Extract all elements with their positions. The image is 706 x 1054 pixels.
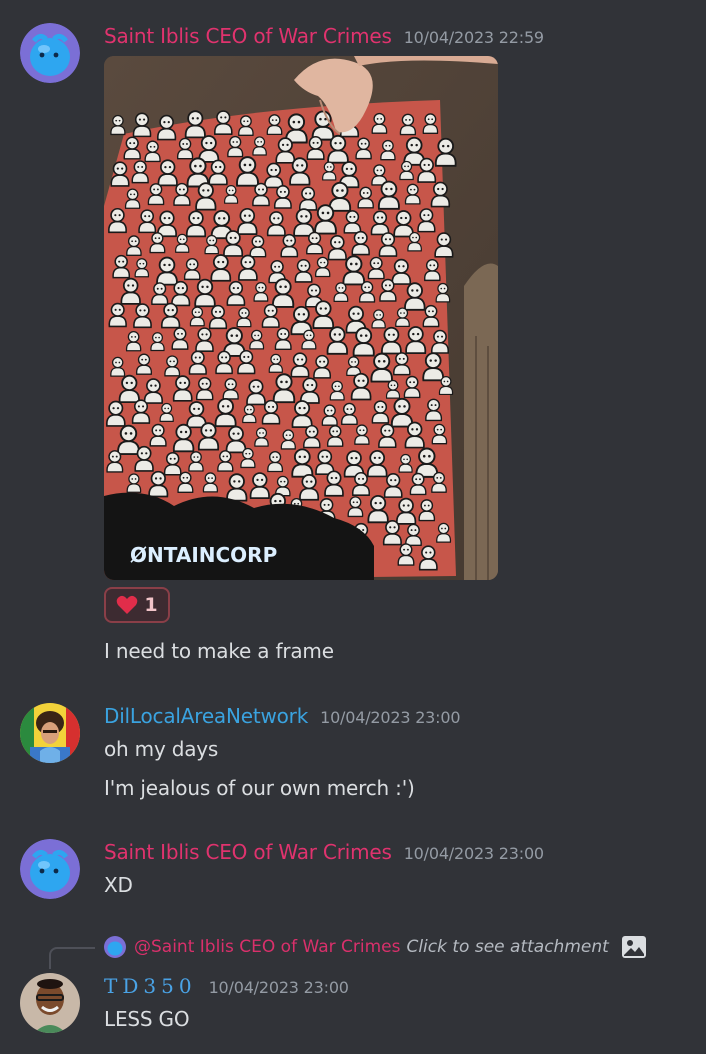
message-text: I need to make a frame <box>104 639 334 663</box>
image-attachment[interactable]: ØNTAINCORP <box>104 56 498 580</box>
message-header: TD350 10/04/2023 23:00 <box>104 974 349 998</box>
reply-preview-text[interactable]: Click to see attachment <box>406 937 608 957</box>
message-text: I'm jealous of our own merch :') <box>104 776 415 800</box>
message-header: DilLocalAreaNetwork 10/04/2023 23:00 <box>104 704 461 728</box>
reply-spine <box>49 947 95 969</box>
avatar-portrait[interactable] <box>20 703 80 763</box>
chat-log: Saint Iblis CEO of War Crimes 10/04/2023… <box>0 0 706 1054</box>
banner-text: ØNTAINCORP <box>130 543 277 567</box>
username[interactable]: Saint Iblis CEO of War Crimes <box>104 840 392 864</box>
message-header: Saint Iblis CEO of War Crimes 10/04/2023… <box>104 24 544 48</box>
avatar-blue-blob[interactable] <box>20 839 80 899</box>
mini-avatar-icon <box>104 936 126 958</box>
timestamp: 10/04/2023 23:00 <box>208 978 349 997</box>
image-icon <box>621 936 646 958</box>
reply-preview[interactable]: @Saint Iblis CEO of War Crimes Click to … <box>104 935 647 959</box>
reply-mention[interactable]: @Saint Iblis CEO of War Crimes <box>134 937 400 957</box>
username[interactable]: Saint Iblis CEO of War Crimes <box>104 24 392 48</box>
username[interactable]: DilLocalAreaNetwork <box>104 704 308 728</box>
heart-icon <box>117 595 138 614</box>
message-text: LESS GO <box>104 1007 190 1031</box>
avatar-smiling-man[interactable] <box>20 973 80 1033</box>
message-text: oh my days <box>104 737 219 761</box>
reaction-count: 1 <box>144 594 158 616</box>
avatar-blue-blob[interactable] <box>20 23 80 83</box>
message-text: XD <box>104 873 133 897</box>
timestamp: 10/04/2023 22:59 <box>403 28 544 47</box>
heart-reaction[interactable]: 1 <box>104 587 170 623</box>
timestamp: 10/04/2023 23:00 <box>403 844 544 863</box>
message-header: Saint Iblis CEO of War Crimes 10/04/2023… <box>104 840 544 864</box>
timestamp: 10/04/2023 23:00 <box>320 708 461 727</box>
username[interactable]: TD350 <box>104 974 197 998</box>
